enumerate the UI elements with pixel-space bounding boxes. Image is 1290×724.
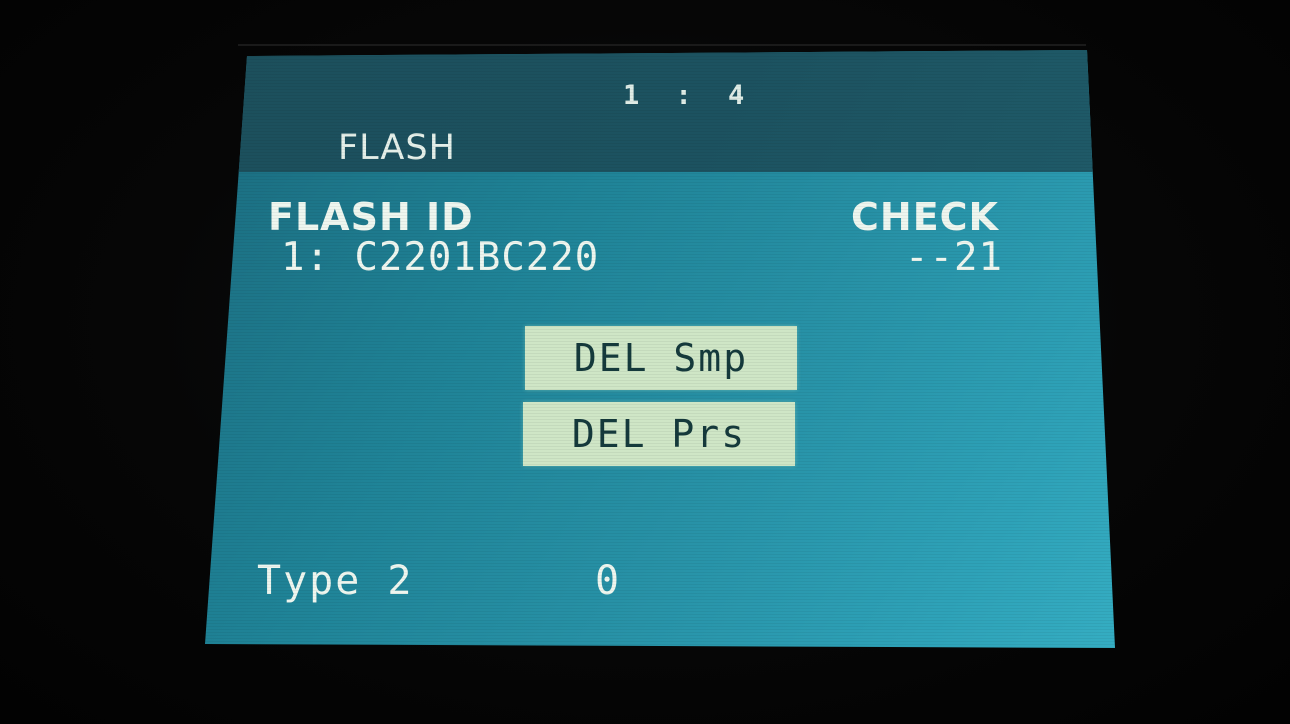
delete-presets-button[interactable]: DEL Prs xyxy=(523,402,795,466)
check-value: --21 xyxy=(905,235,1003,280)
delete-samples-button[interactable]: DEL Smp xyxy=(525,326,797,390)
flash-id-label: FLASH ID xyxy=(268,195,474,239)
page-title: FLASH xyxy=(338,128,456,168)
type-label: Type 2 xyxy=(257,558,414,604)
flash-id-value: 1: C2201BC220 xyxy=(281,235,600,280)
type-value: 0 xyxy=(595,558,620,604)
check-label: CHECK xyxy=(851,195,999,239)
page-indicator: 1 : 4 xyxy=(623,80,755,111)
device-bezel-edge xyxy=(238,44,1086,46)
lcd-screen: 1 : 4 FLASH FLASH ID CHECK 1: C2201BC220… xyxy=(205,50,1115,648)
